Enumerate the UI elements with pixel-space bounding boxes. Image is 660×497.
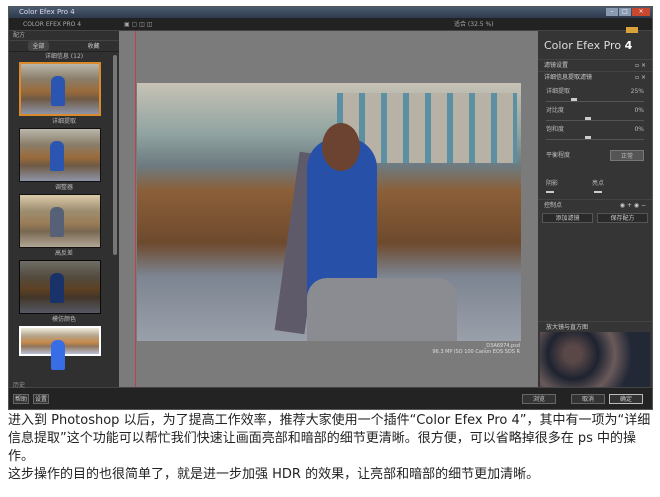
nik-badge-icon [626,27,638,33]
brand-text: Color Efex Pro [544,39,625,52]
saturation-slider[interactable] [546,136,644,140]
highlights-slider[interactable] [594,191,602,193]
shadows-label: 阴影 [546,180,559,187]
preview-area: _D3A6974.psd 96.3 MP ISO 100 Canon EOS 5… [119,31,538,387]
filter-label: 详细信息提取滤镜 [544,74,593,81]
balance-dropdown[interactable]: 正常 [609,150,644,161]
loupe-header[interactable]: 放大镜与直方图 [538,321,652,332]
slider-value: 25% [630,88,644,95]
tab-favorites[interactable]: 收藏 [87,41,99,51]
slider-value: 0% [634,126,644,133]
close-button[interactable]: × [632,8,650,16]
brand-number: 4 [624,39,633,52]
control-points-label[interactable]: 控制点 [544,200,562,211]
highlights-label: 亮点 [591,180,604,187]
left-panel: 配方 全部 收藏 详细信息 (12) 详细提取 调整器 高反差 模仿颜色 [9,31,119,387]
brand-title: Color Efex Pro 4 [538,27,652,59]
slider-label: 饱和度 [546,126,565,133]
tab-all[interactable]: 全部 [28,41,49,51]
scrollbar[interactable] [113,55,117,255]
description-paragraph: 这步操作的目的也很简单了，就是进一步加强 HDR 的效果，让亮部和暗部的细节更加… [8,467,540,482]
window-title: Color Efex Pro 4 [19,8,75,16]
history-label[interactable]: 历史 [13,380,25,389]
slider-label: 详细提取 [546,88,571,95]
slider-label: 对比度 [546,107,565,114]
preset-thumbnail[interactable] [19,326,101,370]
preset-label: 高反差 [54,250,73,257]
description: 进入到 Photoshop 以后，为了提高工作效率，推荐大家使用一个插件“Col… [8,412,656,484]
maximize-button[interactable]: □ [619,8,631,16]
slider-value: 0% [634,107,644,114]
zoom-select[interactable]: 适合 (32.5 %) [454,18,494,31]
file-meta: 96.3 MP ISO 100 Canon EOS 5DS R [432,349,520,355]
right-panel: Color Efex Pro 4 滤镜设置 ▫ × 详细信息提取滤镜 ▫ × 详细提… [538,27,652,387]
dropdown-label: 平衡程度 [546,152,571,159]
preset-label: 详细提取 [51,118,76,125]
preset-label: 模仿颜色 [51,316,76,323]
preset-thumbnail[interactable] [19,260,101,314]
save-recipe-button[interactable]: 保存配方 [597,213,648,223]
shadows-slider[interactable] [546,191,554,193]
preset-group-title[interactable]: 详细信息 (12) [9,52,119,62]
recipes-header: 配方 [9,31,119,41]
preset-thumbnail[interactable] [19,128,101,182]
split-line[interactable] [135,31,136,387]
contrast-slider[interactable] [546,117,644,121]
control-point-add-icon[interactable]: ◉ + ◉ − [620,200,646,211]
app-window: Color Efex Pro 4 – □ × COLOR EFEX PRO 4 … [8,6,653,410]
detail-slider[interactable] [546,98,644,102]
loupe-preview [540,332,650,387]
filter-label: 滤镜设置 [544,62,569,69]
minimize-button[interactable]: – [606,8,618,16]
ok-button[interactable]: 确定 [609,394,643,404]
filter-options-icon[interactable]: ▫ × [635,72,646,83]
filter-row[interactable]: 滤镜设置 ▫ × [538,59,652,71]
preset-thumbnail[interactable] [19,62,101,116]
filter-options-icon[interactable]: ▫ × [635,60,646,71]
add-filter-button[interactable]: 添加滤镜 [542,213,593,223]
preset-thumbnail[interactable] [19,194,101,248]
bottom-bar: 历史 帮助 设置 浏览 取消 确定 [9,382,652,409]
preview-image [137,83,521,341]
browse-button[interactable]: 浏览 [522,394,556,404]
title-bar: Color Efex Pro 4 – □ × [9,7,652,18]
compare-icon[interactable]: ▣ ▢ ◫ ◫ [124,18,152,31]
description-paragraph: 进入到 Photoshop 以后，为了提高工作效率，推荐大家使用一个插件“Col… [8,413,651,464]
preset-label: 调整器 [54,184,73,191]
toolbar: COLOR EFEX PRO 4 ▣ ▢ ◫ ◫ 适合 (32.5 %) [9,18,652,31]
filter-row[interactable]: 详细信息提取滤镜 ▫ × [538,71,652,83]
cancel-button[interactable]: 取消 [571,394,605,404]
settings-button[interactable]: 设置 [33,394,49,404]
app-logo: COLOR EFEX PRO 4 [23,21,82,28]
help-button[interactable]: 帮助 [13,394,29,404]
